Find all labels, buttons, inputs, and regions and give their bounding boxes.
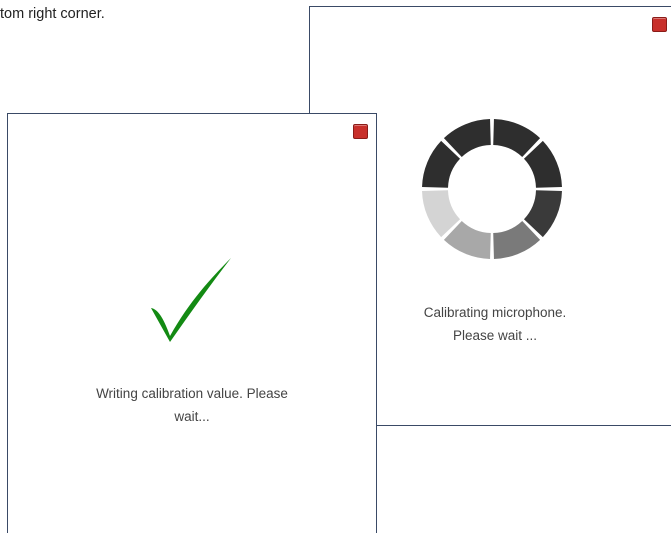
loading-spinner-icon	[422, 119, 562, 259]
calibrating-message-line-1: Calibrating microphone.	[423, 305, 567, 320]
screenshot-canvas: tom right corner. Calibrating microphone…	[0, 0, 671, 533]
writing-calibration-dialog: Writing calibration value. Please wait..…	[7, 113, 377, 533]
writing-message-line-2: wait...	[174, 409, 210, 424]
close-button[interactable]	[652, 17, 667, 32]
calibrating-message: Calibrating microphone. Please wait ...	[370, 301, 620, 347]
caption-text: tom right corner.	[0, 6, 105, 22]
writing-message: Writing calibration value. Please wait..…	[58, 382, 326, 428]
checkmark-icon	[151, 258, 231, 342]
close-button[interactable]	[353, 124, 368, 139]
writing-message-line-1: Writing calibration value. Please	[96, 386, 288, 401]
calibrating-message-line-2: Please wait ...	[452, 328, 538, 343]
